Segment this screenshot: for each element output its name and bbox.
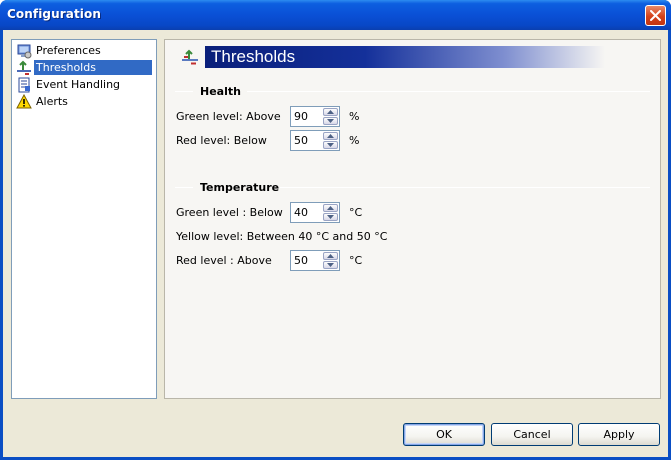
thresholds-icon: [181, 48, 199, 66]
apply-button[interactable]: Apply: [578, 423, 660, 446]
spin-down-button[interactable]: [323, 213, 338, 221]
arrow-down-icon: [327, 263, 334, 267]
nav-item-alerts[interactable]: Alerts: [16, 93, 154, 110]
warning-icon: [16, 93, 32, 110]
health-red-value: 50: [294, 134, 308, 147]
spin-up-button[interactable]: [323, 252, 338, 260]
close-button[interactable]: [645, 5, 666, 26]
health-green-label: Green level: Above: [176, 110, 281, 123]
nav-item-label: Event Handling: [36, 78, 121, 91]
health-red-label: Red level: Below: [176, 134, 267, 147]
health-green-unit: %: [349, 110, 360, 123]
spin-down-button[interactable]: [323, 261, 338, 269]
arrow-down-icon: [327, 143, 334, 147]
thresholds-panel: Thresholds Health Green level: Above 90 …: [164, 39, 661, 399]
temperature-red-unit: °C: [349, 254, 363, 267]
health-section-title: Health: [200, 85, 241, 98]
close-icon: [650, 10, 661, 21]
temperature-green-stepper[interactable]: 40: [290, 202, 340, 223]
health-red-stepper[interactable]: 50: [290, 130, 340, 151]
dialog-client-area: Preferences Thresholds Event Handling Al…: [3, 30, 668, 457]
nav-item-label: Thresholds: [34, 60, 152, 75]
temperature-green-unit: °C: [349, 206, 363, 219]
arrow-up-icon: [327, 110, 334, 114]
nav-item-thresholds[interactable]: Thresholds: [16, 59, 154, 76]
section-divider: [175, 91, 193, 92]
configuration-window: Configuration Preferences Thresholds Eve…: [0, 0, 671, 460]
temperature-green-value: 40: [294, 206, 308, 219]
preferences-icon: [16, 43, 32, 59]
health-green-value: 90: [294, 110, 308, 123]
health-red-unit: %: [349, 134, 360, 147]
thresholds-icon: [16, 60, 32, 76]
navigation-tree: Preferences Thresholds Event Handling Al…: [11, 39, 157, 399]
window-title: Configuration: [7, 7, 102, 21]
section-divider: [280, 187, 650, 188]
section-divider: [175, 187, 193, 188]
ok-button[interactable]: OK: [403, 423, 485, 446]
title-bar[interactable]: Configuration: [0, 0, 671, 30]
temperature-green-label: Green level : Below: [176, 206, 283, 219]
nav-item-preferences[interactable]: Preferences: [16, 42, 154, 59]
arrow-up-icon: [327, 134, 334, 138]
temperature-red-stepper[interactable]: 50: [290, 250, 340, 271]
temperature-red-value: 50: [294, 254, 308, 267]
spin-down-button[interactable]: [323, 141, 338, 149]
arrow-down-icon: [327, 119, 334, 123]
nav-item-label: Alerts: [36, 95, 68, 108]
arrow-up-icon: [327, 254, 334, 258]
spin-up-button[interactable]: [323, 132, 338, 140]
temperature-section-title: Temperature: [200, 181, 280, 194]
temperature-red-label: Red level : Above: [176, 254, 272, 267]
panel-title: Thresholds: [211, 47, 296, 66]
event-handling-icon: [16, 77, 32, 93]
spin-up-button[interactable]: [323, 108, 338, 116]
spin-down-button[interactable]: [323, 117, 338, 125]
arrow-down-icon: [327, 215, 334, 219]
nav-item-event-handling[interactable]: Event Handling: [16, 76, 154, 93]
health-green-stepper[interactable]: 90: [290, 106, 340, 127]
nav-item-label: Preferences: [36, 44, 101, 57]
spin-up-button[interactable]: [323, 204, 338, 212]
section-divider: [247, 91, 650, 92]
arrow-up-icon: [327, 206, 334, 210]
cancel-button[interactable]: Cancel: [491, 423, 573, 446]
temperature-yellow-text: Yellow level: Between 40 °C and 50 °C: [176, 230, 388, 243]
